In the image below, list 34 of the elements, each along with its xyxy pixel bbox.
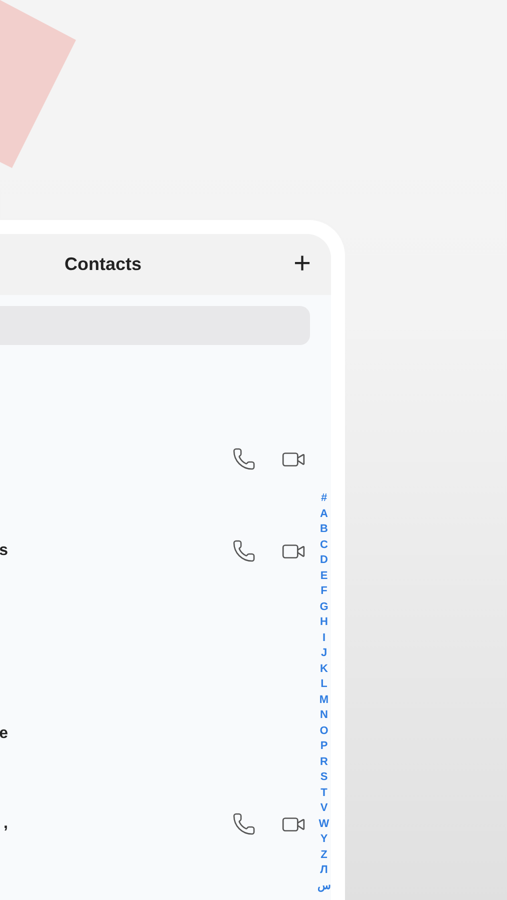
index-letter[interactable]: I [322, 630, 326, 646]
index-letter[interactable]: V [320, 801, 328, 816]
index-letter[interactable]: E [320, 568, 328, 584]
contact-name: e [0, 725, 8, 742]
index-letter[interactable]: G [320, 600, 328, 615]
contact-name: s [0, 542, 8, 559]
index-letter[interactable]: # [320, 491, 328, 506]
index-letter[interactable]: R [320, 754, 328, 770]
index-letter[interactable]: C [320, 538, 328, 553]
phone-icon[interactable] [232, 447, 256, 471]
index-letter[interactable]: K [320, 662, 328, 677]
index-letter[interactable]: N [320, 708, 328, 724]
index-letter[interactable]: W [318, 816, 330, 832]
phone-icon[interactable] [232, 812, 256, 836]
index-letter[interactable]: Л [320, 863, 328, 878]
index-letter[interactable]: L [320, 677, 328, 692]
index-letter[interactable]: T [320, 786, 328, 801]
index-letter[interactable]: J [320, 646, 328, 662]
index-letter[interactable]: Z [320, 848, 328, 863]
index-letter[interactable]: Y [320, 832, 328, 848]
contact-name: , [4, 815, 8, 832]
index-letter[interactable]: F [320, 584, 328, 600]
index-letter[interactable]: D [320, 553, 328, 568]
index-letter[interactable]: S [320, 770, 328, 786]
index-letter[interactable]: A [320, 506, 328, 522]
index-letter[interactable]: H [320, 615, 328, 630]
index-letter[interactable]: س [318, 878, 330, 894]
index-letter[interactable]: M [319, 692, 329, 708]
add-button[interactable]: + [293, 249, 311, 279]
screen-title: Contacts [64, 253, 142, 276]
index-letter[interactable]: B [320, 522, 328, 538]
index-letter[interactable]: P [320, 739, 328, 754]
phone-icon[interactable] [232, 539, 256, 563]
index-letter[interactable]: O [320, 724, 328, 739]
